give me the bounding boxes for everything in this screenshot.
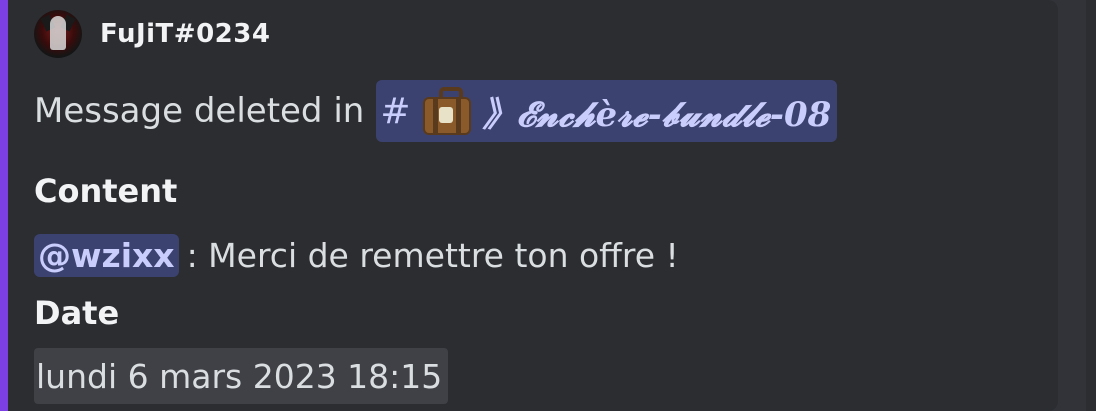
suitcase-sticker	[438, 107, 453, 123]
channel-mention[interactable]: # 》𝓔𝓷𝓬𝓱è𝓻𝓮-𝓫𝓾𝓷𝓭𝓵𝓮-08	[376, 80, 838, 142]
content-text: : Merci de remettre ton offre !	[186, 235, 679, 275]
suitcase-strap	[455, 97, 461, 135]
embed-description: Message deleted in # 》𝓔𝓷𝓬𝓱è𝓻𝓮-𝓫𝓾𝓷𝓭𝓵𝓮-08	[34, 80, 838, 142]
deleted-message-embed: FuJiT#0234 Message deleted in # 》𝓔𝓷𝓬𝓱è𝓻𝓮…	[0, 0, 1058, 411]
suitcase-strap	[432, 97, 438, 135]
field-value-content: @wzixx : Merci de remettre ton offre !	[34, 230, 679, 280]
user-mention[interactable]: @wzixx	[34, 233, 179, 277]
avatar[interactable]	[34, 10, 82, 58]
embed-author: FuJiT#0234	[34, 10, 270, 58]
channel-hash-icon: #	[380, 90, 411, 132]
suitcase-icon	[421, 87, 473, 135]
message-gutter	[1058, 0, 1096, 411]
field-name-date: Date	[34, 294, 120, 332]
field-value-date: lundi 6 mars 2023 18:15	[34, 348, 449, 404]
channel-name: 》𝓔𝓷𝓬𝓱è𝓻𝓮-𝓫𝓾𝓷𝓭𝓵𝓮-08	[482, 94, 832, 135]
embed-accent-bar	[0, 0, 8, 411]
author-name[interactable]: FuJiT#0234	[100, 19, 270, 49]
field-name-content: Content	[34, 172, 178, 210]
scroll-edge	[1086, 0, 1096, 411]
description-prefix: Message deleted in	[34, 91, 365, 131]
avatar-figure	[50, 16, 66, 50]
discord-message-area: FuJiT#0234 Message deleted in # 》𝓔𝓷𝓬𝓱è𝓻𝓮…	[0, 0, 1096, 411]
